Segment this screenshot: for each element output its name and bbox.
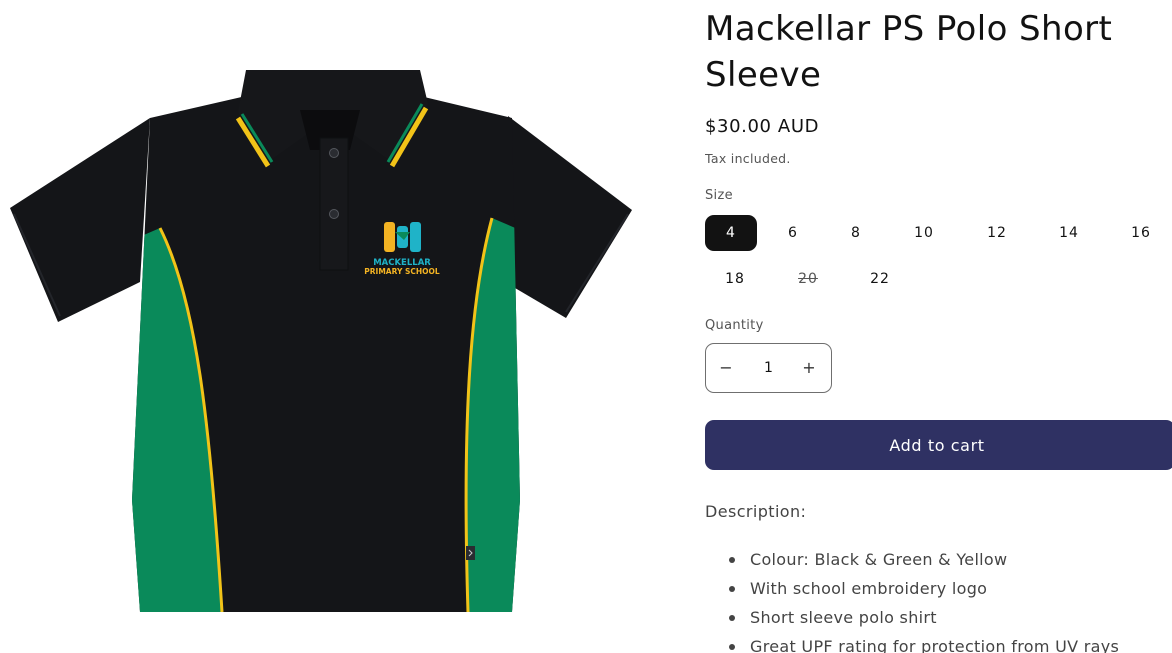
description-title: Description: (705, 502, 807, 521)
bullet-icon (729, 586, 735, 592)
quantity-input[interactable] (746, 344, 791, 392)
product-media: MACKELLAR PRIMARY SCHOOL (0, 0, 650, 653)
quantity-decrease-button[interactable]: − (706, 344, 746, 392)
bullet-icon (729, 557, 735, 563)
size-option-4[interactable]: 4 (705, 215, 757, 251)
add-to-cart-button[interactable]: Add to cart (705, 420, 1172, 470)
size-option-16[interactable]: 16 (1119, 215, 1163, 251)
size-option-label: 12 (987, 225, 1007, 241)
size-option-label: 14 (1059, 225, 1079, 241)
list-item-text: Colour: Black & Green & Yellow (750, 550, 1008, 569)
shirt-right-sleeve (508, 116, 632, 318)
size-option-label: 4 (726, 225, 736, 241)
list-item-text: With school embroidery logo (750, 579, 988, 598)
description-list: Colour: Black & Green & Yellow With scho… (705, 545, 1119, 653)
size-option-label: 18 (725, 271, 745, 287)
size-option-10[interactable]: 10 (902, 215, 946, 251)
tax-note: Tax included. (705, 151, 791, 166)
size-option-label: 6 (788, 225, 798, 241)
size-option-12[interactable]: 12 (975, 215, 1019, 251)
quantity-label: Quantity (705, 318, 764, 333)
product-image-polo-shirt[interactable]: MACKELLAR PRIMARY SCHOOL (0, 0, 650, 653)
size-option-label: 10 (914, 225, 934, 241)
shirt-left-sleeve (10, 118, 150, 322)
list-item: Great UPF rating for protection from UV … (705, 632, 1119, 653)
size-option-label: 8 (851, 225, 861, 241)
list-item-text: Short sleeve polo shirt (750, 608, 937, 627)
size-option-6[interactable]: 6 (773, 215, 813, 251)
list-item: Short sleeve polo shirt (705, 603, 1119, 632)
size-option-14[interactable]: 14 (1047, 215, 1091, 251)
size-option-label: 16 (1131, 225, 1151, 241)
size-option-label: 22 (870, 271, 890, 287)
list-item: With school embroidery logo (705, 574, 1119, 603)
bullet-icon (729, 644, 735, 650)
bullet-icon (729, 615, 735, 621)
quantity-stepper: − + (705, 343, 832, 393)
size-option-22[interactable]: 22 (858, 261, 902, 297)
quantity-increase-button[interactable]: + (789, 344, 829, 392)
list-item: Colour: Black & Green & Yellow (705, 545, 1119, 574)
size-option-18[interactable]: 18 (713, 261, 757, 297)
shirt-button-icon (329, 148, 339, 158)
school-logo-text-line2: PRIMARY SCHOOL (364, 267, 440, 276)
brand-tag-icon (466, 546, 475, 560)
size-option-8[interactable]: 8 (836, 215, 876, 251)
product-price: $30.00 AUD (705, 116, 820, 137)
size-option-label: 20 (798, 271, 818, 287)
size-option-20-sold-out[interactable]: 20 (786, 261, 830, 297)
size-label: Size (705, 188, 733, 203)
product-info: Mackellar PS Polo Short Sleeve $30.00 AU… (705, 0, 1172, 653)
product-title: Mackellar PS Polo Short Sleeve (705, 9, 1113, 95)
shirt-button-icon (329, 209, 339, 219)
list-item-text: Great UPF rating for protection from UV … (750, 637, 1120, 653)
